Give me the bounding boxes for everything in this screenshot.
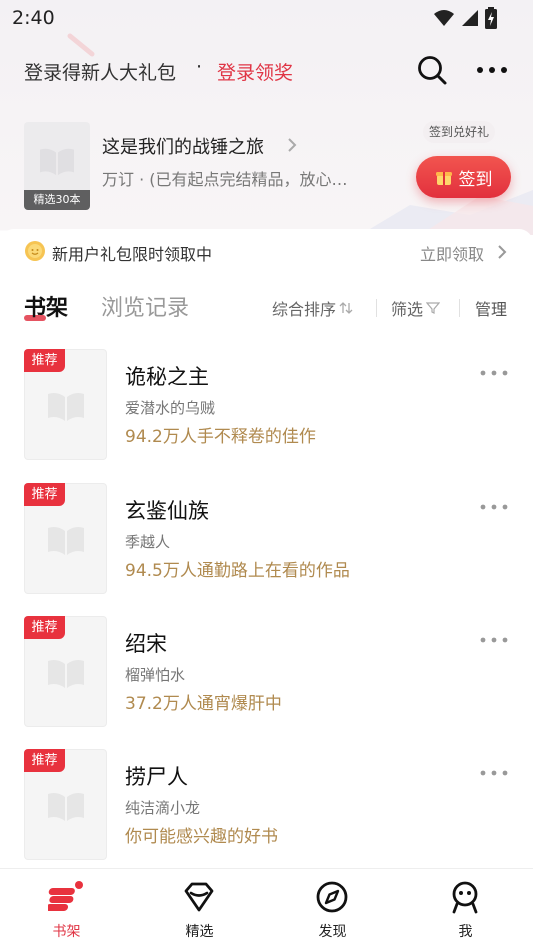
status-bar: 2:40	[0, 0, 533, 36]
filter-label: 筛选	[391, 300, 424, 319]
more-options-icon[interactable]	[479, 767, 509, 779]
cover-tag: 精选30本	[24, 190, 90, 210]
bookshelf-panel: 新用户礼包限时领取中 立即领取 书架 浏览记录 综合排序 筛选 管理 推荐 诡秘…	[0, 229, 533, 869]
gift-banner-text: 新用户礼包限时领取中	[52, 245, 213, 264]
nav-item-me[interactable]: 我	[399, 869, 532, 947]
new-user-gift-banner[interactable]: 新用户礼包限时领取中 立即领取	[0, 237, 533, 267]
tab-browse-history[interactable]: 浏览记录	[101, 290, 189, 322]
signal-icon	[462, 10, 478, 26]
bookshelf-icon	[48, 881, 83, 911]
top-bar: 登录得新人大礼包 · 登录领奖	[0, 50, 533, 90]
filter-button[interactable]: 筛选	[391, 296, 441, 320]
book-placeholder-icon	[40, 148, 74, 176]
book-list-item[interactable]: 推荐 玄鉴仙族 季越人 94.5万人通勤路上在看的作品	[0, 483, 533, 595]
book-list-item[interactable]: 推荐 绍宋 榴弹怕水 37.2万人通宵爆肝中	[0, 616, 533, 728]
recommend-badge: 推荐	[24, 616, 65, 639]
status-time: 2:40	[12, 7, 55, 29]
book-title[interactable]: 捞尸人	[125, 761, 188, 791]
book-author: 纯洁滴小龙	[125, 799, 201, 817]
manage-button[interactable]: 管理	[475, 296, 507, 320]
shelf-tab-row: 书架 浏览记录 综合排序 筛选 管理	[0, 289, 533, 329]
featured-card[interactable]: 精选30本 这是我们的战锤之旅 万订 · (已有起点完结精品，放心… 签到兑好礼…	[0, 115, 533, 215]
book-author: 榴弹怕水	[125, 666, 186, 684]
book-placeholder-icon	[48, 660, 84, 688]
book-placeholder-icon	[48, 527, 84, 555]
sort-label: 综合排序	[272, 300, 337, 319]
status-icons	[433, 7, 497, 29]
chevron-right-icon	[498, 245, 507, 259]
book-list-item[interactable]: 推荐 捞尸人 纯洁滴小龙 你可能感兴趣的好书	[0, 749, 533, 861]
nav-item-discover[interactable]: 发现	[266, 869, 399, 947]
book-list-item[interactable]: 推荐 诡秘之主 爱潜水的乌贼 94.2万人手不释卷的佳作	[0, 349, 533, 461]
app-screen: 2:40 登录得新人大礼包 · 登录领奖 精选30本 这是我们的战锤之旅 万订 …	[0, 0, 533, 947]
book-blurb: 你可能感兴趣的好书	[125, 827, 278, 847]
gem-icon	[184, 882, 214, 912]
login-link[interactable]: 登录领奖	[217, 58, 293, 85]
featured-cover[interactable]: 精选30本	[24, 122, 90, 210]
nav-item-featured[interactable]: 精选	[133, 869, 266, 947]
nav-label: 精选	[185, 924, 214, 940]
book-placeholder-icon	[48, 393, 84, 421]
wifi-icon	[434, 10, 454, 26]
book-blurb: 94.5万人通勤路上在看的作品	[125, 561, 350, 581]
checkin-hint-badge: 签到兑好礼	[423, 121, 496, 143]
sort-button[interactable]: 综合排序	[272, 296, 353, 320]
recommend-badge: 推荐	[24, 749, 65, 772]
recommend-badge: 推荐	[24, 349, 65, 372]
battery-icon	[485, 7, 497, 29]
login-prompt[interactable]: 登录得新人大礼包	[24, 58, 176, 85]
compass-icon	[316, 881, 348, 913]
checkin-button[interactable]: 签到	[416, 156, 511, 198]
featured-title[interactable]: 这是我们的战锤之旅	[102, 133, 264, 159]
featured-subtitle: 万订 · (已有起点完结精品，放心…	[102, 170, 348, 189]
more-options-icon[interactable]	[474, 56, 510, 84]
book-blurb: 37.2万人通宵爆肝中	[125, 694, 282, 714]
more-options-icon[interactable]	[479, 634, 509, 646]
nav-label: 书架	[52, 924, 81, 940]
book-author: 季越人	[125, 533, 171, 551]
book-author: 爱潜水的乌贼	[125, 399, 216, 417]
filter-icon	[426, 302, 441, 314]
book-title[interactable]: 诡秘之主	[125, 361, 209, 391]
nav-label: 我	[458, 924, 473, 940]
nav-label: 发现	[318, 924, 347, 940]
recommend-badge: 推荐	[24, 483, 65, 506]
chevron-right-icon	[288, 138, 297, 152]
book-placeholder-icon	[48, 793, 84, 821]
nav-item-bookshelf[interactable]: 书架	[0, 869, 133, 947]
book-title[interactable]: 玄鉴仙族	[125, 495, 209, 525]
tab-bookshelf[interactable]: 书架	[24, 290, 68, 322]
gift-icon	[435, 172, 452, 185]
claim-now-link[interactable]: 立即领取	[420, 241, 484, 265]
separator-dot: ·	[196, 56, 203, 78]
book-blurb: 94.2万人手不释卷的佳作	[125, 427, 316, 447]
checkin-label: 签到	[458, 169, 493, 190]
more-options-icon[interactable]	[479, 501, 509, 513]
profile-face-icon	[452, 881, 478, 914]
sort-icon	[339, 302, 353, 314]
bottom-navigation: 书架 精选 发现 我	[0, 868, 533, 947]
divider	[376, 299, 377, 317]
book-title[interactable]: 绍宋	[125, 628, 167, 658]
search-icon[interactable]	[416, 54, 448, 86]
coin-face-icon	[25, 241, 45, 261]
more-options-icon[interactable]	[479, 367, 509, 379]
divider	[459, 299, 460, 317]
